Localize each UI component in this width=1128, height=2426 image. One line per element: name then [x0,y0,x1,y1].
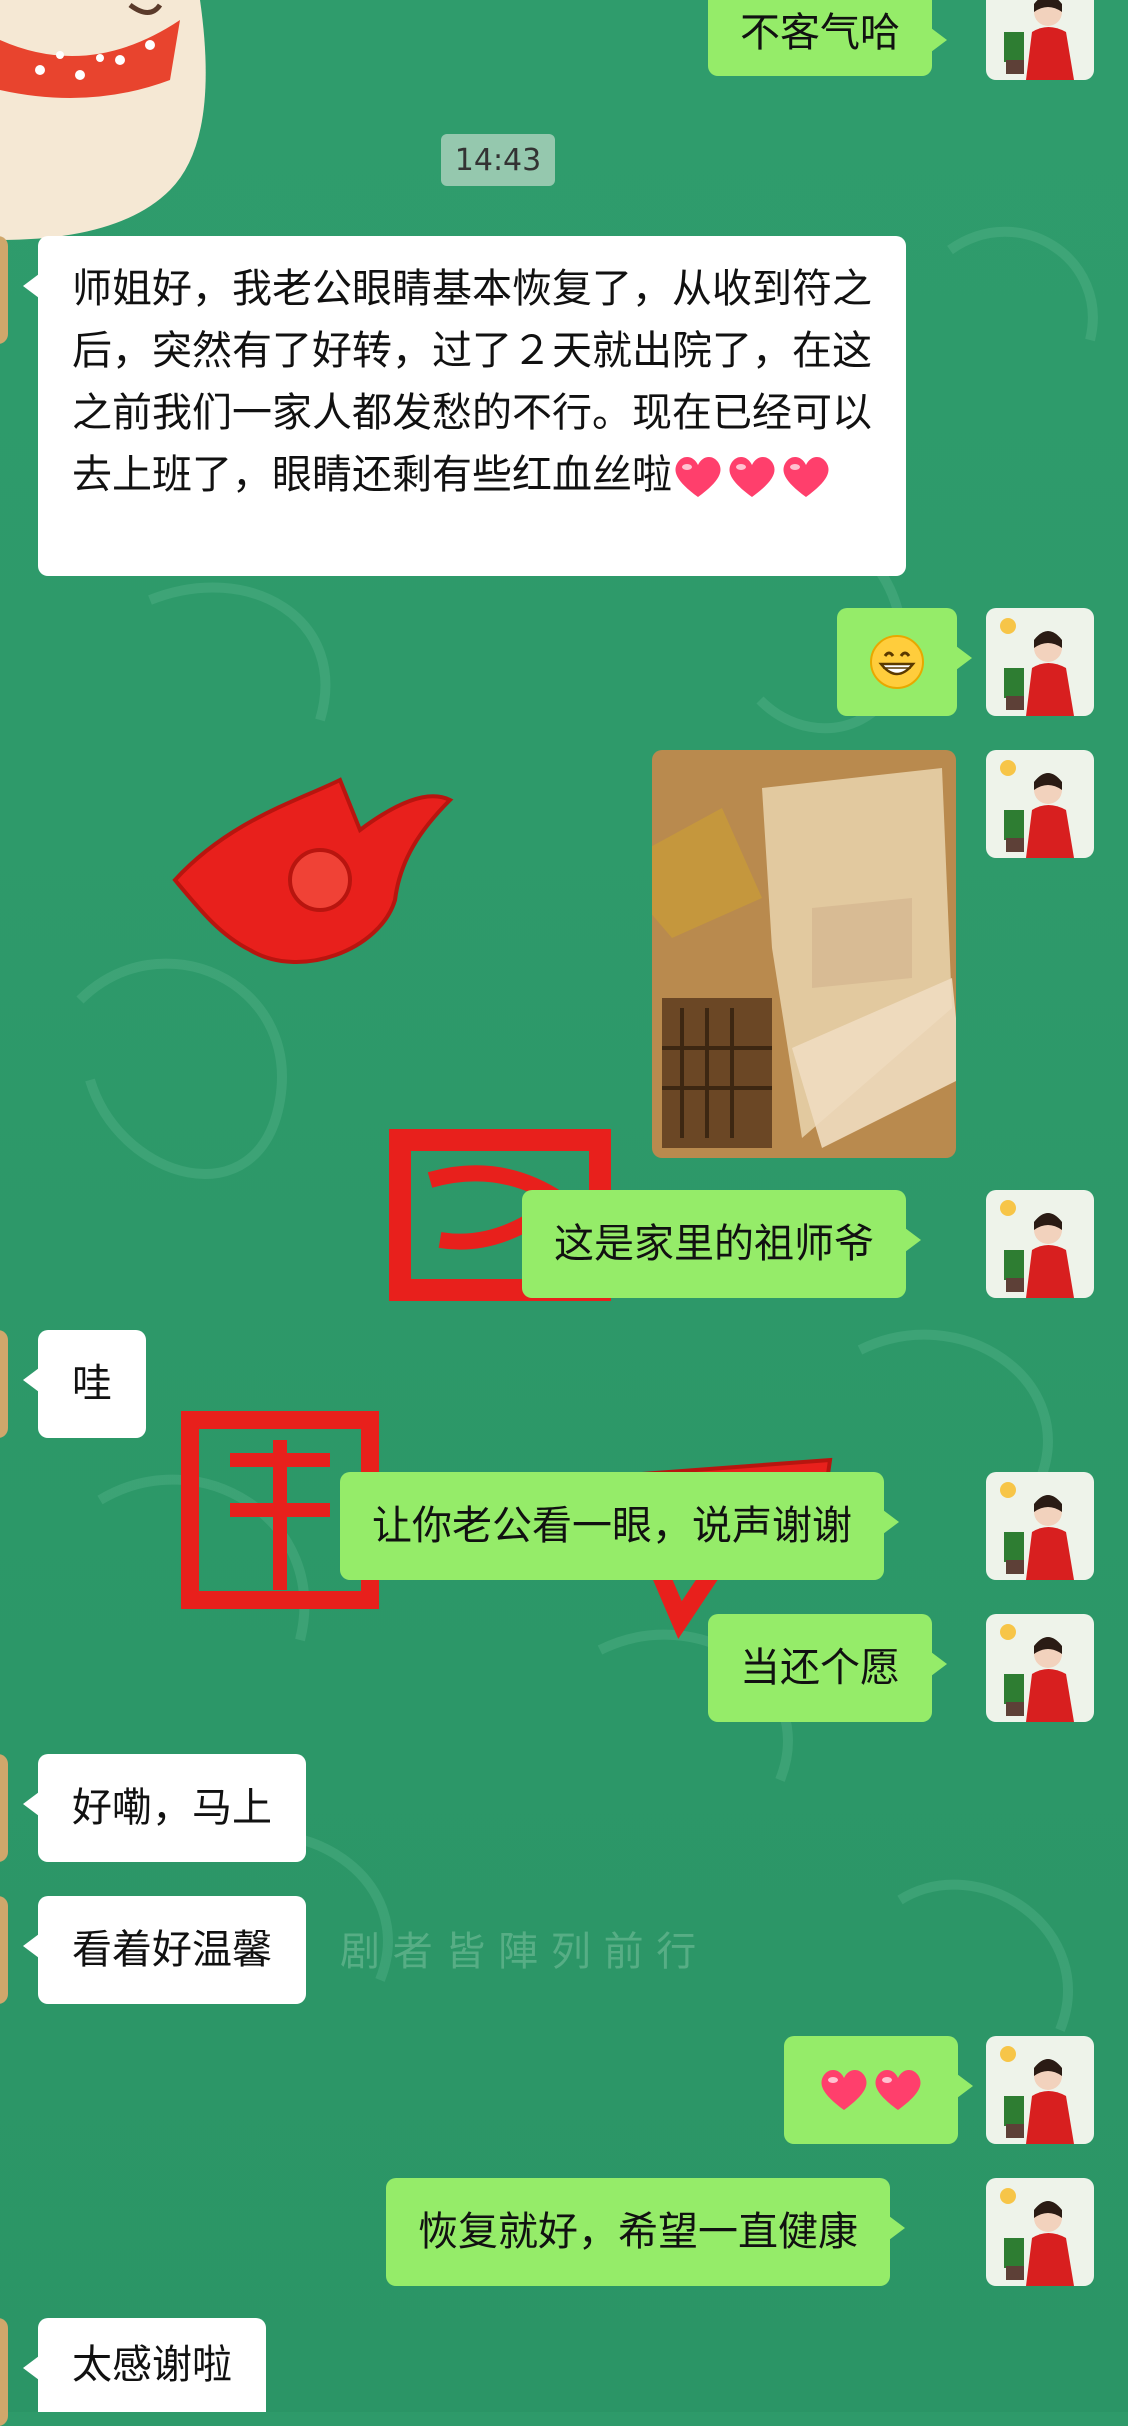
heart-emoji-icon [821,2069,867,2110]
message-text: 让你老公看一眼，说声谢谢 [372,1503,852,1549]
message-text: 这是家里的祖师爷 [554,1221,874,1267]
heart-emoji-icon [729,456,775,497]
contact-avatar[interactable] [0,236,8,344]
grinning-emoji-icon [870,635,924,689]
my-avatar[interactable] [986,0,1094,80]
message-text: 不客气哈 [740,10,900,56]
message-outgoing-emoji[interactable] [837,608,972,716]
message-outgoing[interactable]: 这是家里的祖师爷 [522,1190,921,1298]
svg-text:剧 者 皆 陣 列 前 行: 剧 者 皆 陣 列 前 行 [340,1929,696,1975]
contact-avatar[interactable] [0,2318,8,2426]
message-outgoing[interactable]: 当还个愿 [708,1614,947,1722]
my-avatar[interactable] [986,1472,1094,1580]
message-incoming[interactable]: 太感谢啦 [23,2318,266,2412]
photo-message[interactable] [652,748,956,1158]
message-text: 太感谢啦 [72,2342,232,2388]
timestamp: 14:43 [441,134,555,186]
message-outgoing-emoji[interactable] [784,2036,973,2144]
my-avatar[interactable] [986,1190,1094,1298]
my-avatar[interactable] [986,2178,1094,2286]
heart-emojis [818,2066,924,2114]
heart-emoji-icon [783,456,829,497]
message-incoming[interactable]: 师姐好，我老公眼睛基本恢复了，从收到符之后，突然有了好转，过了２天就出院了，在这… [23,236,906,576]
message-incoming[interactable]: 哇 [23,1330,146,1438]
contact-avatar[interactable] [0,1330,8,1438]
contact-avatar[interactable] [0,1754,8,1862]
message-text: 好嘞，马上 [72,1785,272,1831]
my-avatar[interactable] [986,750,1094,858]
message-text: 看着好温馨 [72,1927,272,1973]
message-text: 哇 [72,1361,112,1407]
message-text: 当还个愿 [740,1645,900,1691]
message-text: 恢复就好，希望一直健康 [418,2209,858,2255]
heart-emoji-icon [675,456,721,497]
my-avatar[interactable] [986,608,1094,716]
message-outgoing[interactable]: 不客气哈 [708,0,947,76]
my-avatar[interactable] [986,2036,1094,2144]
my-avatar[interactable] [986,1614,1094,1722]
message-outgoing[interactable]: 恢复就好，希望一直健康 [386,2178,905,2286]
contact-avatar[interactable] [0,1896,8,2004]
message-incoming[interactable]: 好嘞，马上 [23,1754,306,1862]
message-incoming[interactable]: 看着好温馨 [23,1896,306,2004]
message-outgoing[interactable]: 让你老公看一眼，说声谢谢 [340,1472,899,1580]
heart-emojis [672,453,832,501]
heart-emoji-icon [875,2069,921,2110]
